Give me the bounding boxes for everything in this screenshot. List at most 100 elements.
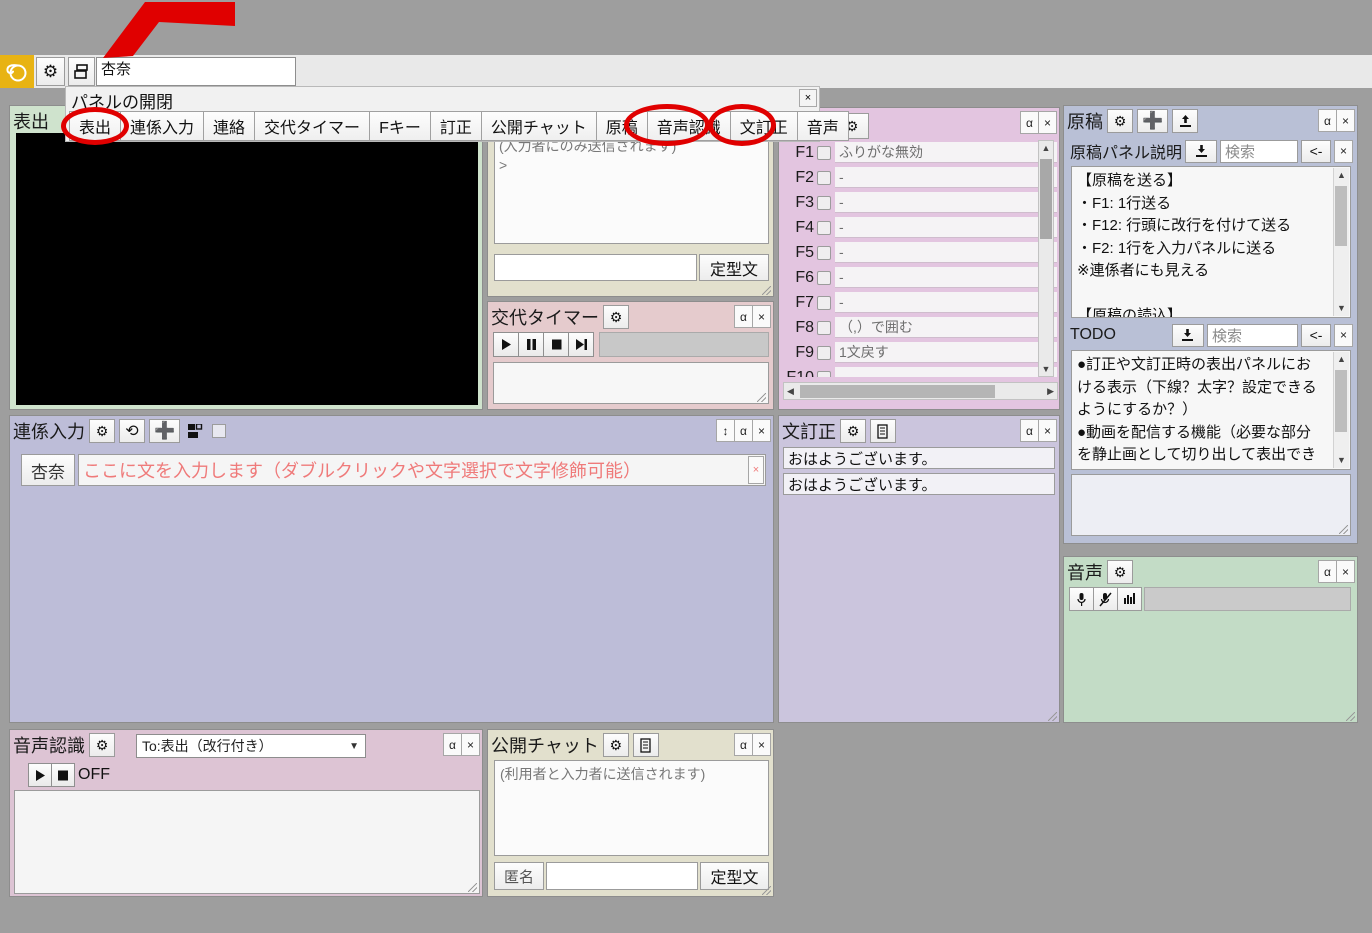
- scrollbar-thumb[interactable]: [1335, 370, 1347, 432]
- close-icon[interactable]: ×: [1334, 139, 1353, 163]
- close-icon[interactable]: ×: [799, 89, 817, 107]
- download-icon[interactable]: [1185, 139, 1218, 163]
- fkey-value[interactable]: -: [835, 292, 1057, 313]
- chevron-up-icon[interactable]: ▲: [1337, 353, 1346, 367]
- fkey-checkbox[interactable]: [817, 320, 831, 335]
- close-icon[interactable]: ×: [461, 733, 480, 756]
- scrollbar-thumb[interactable]: [1040, 159, 1052, 239]
- panel-toggle-buntei[interactable]: 文訂正: [729, 111, 798, 141]
- chevron-down-icon[interactable]: ▼: [1337, 302, 1346, 316]
- reload-icon[interactable]: ⟲: [119, 419, 145, 443]
- user-name-input[interactable]: 杏奈: [96, 57, 296, 86]
- close-icon[interactable]: ×: [748, 456, 764, 484]
- skip-next-icon[interactable]: [568, 332, 594, 357]
- fkey-value[interactable]: -: [835, 267, 1057, 288]
- resize-grip[interactable]: [1048, 712, 1057, 721]
- renkei-toggle-checkbox[interactable]: [212, 424, 227, 438]
- play-icon[interactable]: [28, 763, 52, 787]
- panel-toggle-timer[interactable]: 交代タイマー: [254, 111, 371, 141]
- resize-vertical-icon[interactable]: ↕: [716, 419, 735, 442]
- chevron-right-icon[interactable]: ▶: [1047, 386, 1054, 397]
- onsei-ninshiki-target-select[interactable]: To:表出（改行付き） ▼: [136, 734, 366, 758]
- buntei-line[interactable]: おはようございます。: [783, 473, 1055, 495]
- spiral-logo-icon[interactable]: [0, 55, 34, 88]
- fkey-checkbox[interactable]: [817, 145, 831, 160]
- fkey-horizontal-scrollbar[interactable]: ◀ ▶: [783, 382, 1058, 400]
- gear-icon[interactable]: ⚙: [840, 419, 866, 443]
- genko-description-body[interactable]: 【原稿を送る】 ・F1: 1行送る ・F12: 行頭に改行を付けて送る ・F2:…: [1071, 166, 1351, 318]
- close-icon[interactable]: ×: [752, 419, 771, 442]
- fkey-vertical-scrollbar[interactable]: ▲ ▼: [1038, 140, 1054, 377]
- resize-grip[interactable]: [1339, 525, 1348, 534]
- todo-back-button[interactable]: <-: [1301, 323, 1331, 347]
- panel-toggle-renkei[interactable]: 連係入力: [120, 111, 205, 141]
- resize-grip[interactable]: [468, 883, 477, 892]
- fkey-value[interactable]: ふりがな無効: [835, 142, 1057, 163]
- fkey-value[interactable]: （,）で囲む: [835, 317, 1057, 338]
- chevron-down-icon[interactable]: ▼: [1337, 454, 1346, 468]
- fkey-checkbox[interactable]: [817, 245, 831, 260]
- alpha-button[interactable]: α: [1020, 419, 1039, 442]
- renraku-teikei-button[interactable]: 定型文: [699, 254, 769, 281]
- close-icon[interactable]: ×: [1038, 111, 1057, 134]
- hyoshutsu-video-area[interactable]: [16, 133, 478, 405]
- scroll-document-icon[interactable]: [632, 733, 659, 757]
- renraku-log[interactable]: (入力者にのみ送信されます) >: [494, 134, 769, 244]
- close-icon[interactable]: ×: [1038, 419, 1057, 442]
- chat-log[interactable]: (利用者と入力者に送信されます): [494, 760, 769, 856]
- gear-icon[interactable]: ⚙: [602, 733, 629, 757]
- alpha-button[interactable]: α: [1318, 560, 1337, 583]
- download-icon[interactable]: [1171, 323, 1204, 347]
- alpha-button[interactable]: α: [443, 733, 462, 756]
- genko-back-button[interactable]: <-: [1301, 139, 1331, 163]
- chevron-left-icon[interactable]: ◀: [787, 386, 794, 397]
- pause-icon[interactable]: [518, 332, 544, 357]
- panel-toggle-teisei[interactable]: 訂正: [429, 111, 482, 141]
- fkey-value[interactable]: 1文戻す: [835, 342, 1057, 363]
- todo-body[interactable]: ●訂正や文訂正時の表出パネルにお ける表示（下線？太字？設定できる ようにするか…: [1071, 350, 1351, 470]
- fkey-checkbox[interactable]: [817, 370, 831, 377]
- fkey-checkbox[interactable]: [817, 295, 831, 310]
- panel-toggle-onsei-ninshiki[interactable]: 音声認識: [646, 111, 731, 141]
- fkey-value[interactable]: -: [835, 192, 1057, 213]
- alpha-button[interactable]: α: [1020, 111, 1039, 134]
- chat-entry-input[interactable]: [546, 862, 698, 890]
- fkey-value[interactable]: -: [835, 217, 1057, 238]
- close-icon[interactable]: ×: [1336, 109, 1355, 132]
- onsei-ninshiki-result-area[interactable]: [14, 790, 480, 894]
- fkey-checkbox[interactable]: [817, 345, 831, 360]
- alpha-button[interactable]: α: [1318, 109, 1337, 132]
- panel-toggle-renraku[interactable]: 連絡: [203, 111, 256, 141]
- fkey-checkbox[interactable]: [817, 270, 831, 285]
- panel-toggle-chat[interactable]: 公開チャット: [480, 111, 597, 141]
- close-icon[interactable]: ×: [752, 305, 771, 328]
- fkey-value[interactable]: -: [835, 242, 1057, 263]
- renkei-text-input[interactable]: ここに文を入力します（ダブルクリックや文字選択で文字修飾可能） ×: [78, 454, 766, 486]
- resize-grip[interactable]: [757, 393, 766, 402]
- upload-icon[interactable]: [1172, 109, 1199, 133]
- stop-icon[interactable]: [543, 332, 569, 357]
- panel-toggle-genko[interactable]: 原稿: [595, 111, 648, 141]
- stop-icon[interactable]: [51, 763, 75, 787]
- scroll-document-icon[interactable]: [870, 419, 896, 443]
- play-icon[interactable]: [493, 332, 519, 357]
- genko-scrollbar[interactable]: ▲ ▼: [1333, 168, 1349, 316]
- timer-display-box[interactable]: [493, 362, 769, 404]
- chevron-up-icon[interactable]: ▲: [1039, 141, 1053, 155]
- chat-teikei-button[interactable]: 定型文: [700, 862, 769, 890]
- fkey-checkbox[interactable]: [817, 220, 831, 235]
- gear-icon[interactable]: ⚙: [1107, 109, 1133, 133]
- genko-search-input[interactable]: 検索: [1220, 139, 1298, 163]
- microphone-icon[interactable]: [1069, 587, 1094, 611]
- chevron-down-icon[interactable]: ▼: [1039, 362, 1053, 376]
- gear-icon[interactable]: ⚙: [1107, 560, 1133, 584]
- resize-grip[interactable]: [762, 286, 771, 295]
- scrollbar-thumb[interactable]: [1335, 186, 1347, 246]
- todo-scrollbar[interactable]: ▲ ▼: [1333, 352, 1349, 468]
- renraku-entry-input[interactable]: [494, 254, 697, 281]
- plus-icon[interactable]: ➕: [149, 419, 181, 443]
- gear-icon[interactable]: ⚙: [89, 733, 115, 757]
- chevron-up-icon[interactable]: ▲: [1337, 169, 1346, 183]
- microphone-muted-icon[interactable]: [1093, 587, 1118, 611]
- gear-icon[interactable]: ⚙: [36, 57, 65, 86]
